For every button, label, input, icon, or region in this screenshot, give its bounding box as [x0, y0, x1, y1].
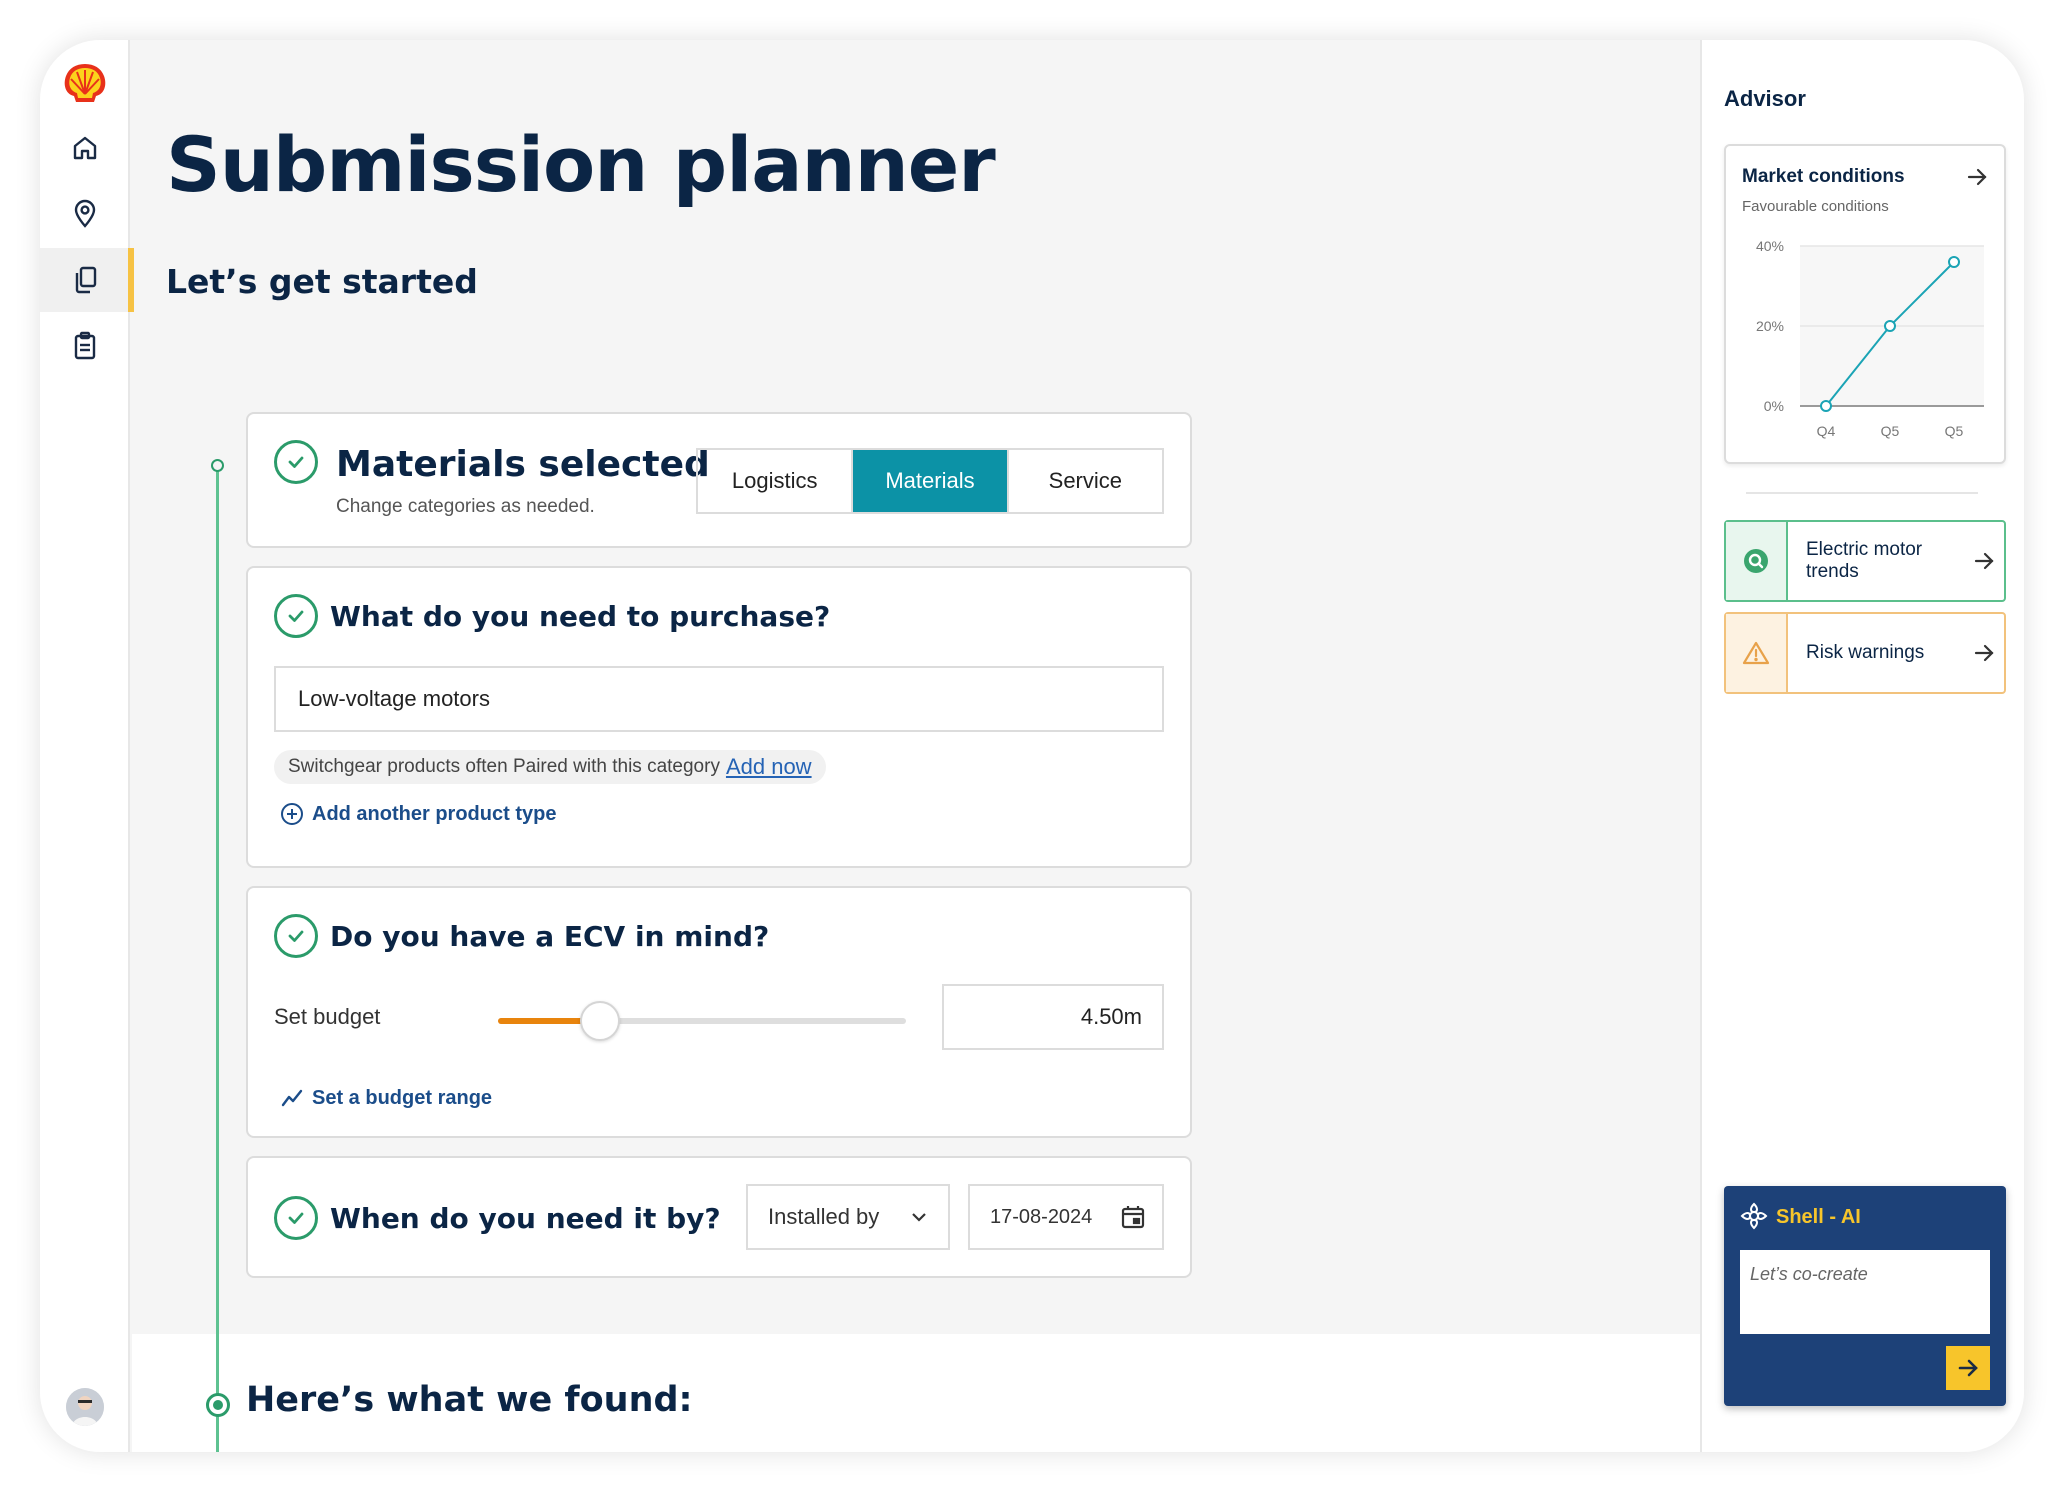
arrow-right-icon [1974, 644, 1994, 662]
advice-icon-box [1726, 522, 1788, 600]
risk-warnings-label: Risk warnings [1806, 642, 1925, 663]
left-navigation [40, 40, 134, 1452]
chevron-down-icon [912, 1213, 926, 1222]
arrow-right-icon [1974, 552, 1994, 570]
add-product-type-label: Add another product type [312, 802, 557, 825]
category-option-materials[interactable]: Materials [853, 450, 1009, 512]
shell-ai-title: Shell - AI [1776, 1206, 1861, 1228]
timeline-line [216, 468, 219, 1452]
check-icon [274, 440, 318, 484]
date-input[interactable]: 17-08-2024 [968, 1184, 1164, 1250]
purchase-title: What do you need to purchase? [330, 600, 831, 633]
budget-range-link[interactable]: Set a budget range [280, 1086, 492, 1110]
budget-slider[interactable] [498, 1001, 906, 1041]
advisor-title: Advisor [1724, 86, 1806, 111]
budget-title: Do you have a ECV in mind? [330, 920, 770, 953]
budget-range-label: Set a budget range [312, 1086, 493, 1109]
budget-card: Do you have a ECV in mind? Set budget 4.… [246, 886, 1192, 1138]
calendar-icon[interactable] [1120, 1204, 1146, 1230]
location-pin-icon [74, 199, 96, 228]
chart-data-point [1948, 256, 1960, 268]
budget-label: Set budget [274, 1004, 381, 1029]
purchase-card: What do you need to purchase? Low-voltag… [246, 566, 1192, 868]
arrow-right-icon[interactable] [1966, 166, 1988, 188]
warning-icon [1742, 641, 1770, 665]
add-now-link[interactable]: Add now [726, 754, 812, 780]
installed-by-select[interactable]: Installed by [746, 1184, 950, 1250]
market-conditions-subtitle: Favourable conditions [1742, 198, 1889, 215]
materials-card: Materials selected Change categories as … [246, 412, 1192, 548]
chart-x-tick-label: Q5 [1881, 423, 1900, 439]
check-icon [274, 1196, 318, 1240]
results-heading: Here’s what we found: [246, 1380, 693, 1420]
ai-spark-icon [1740, 1202, 1768, 1230]
electric-motor-trends-card[interactable]: Electric motor trends [1724, 520, 2006, 602]
timing-card: When do you need it by? Installed by 17-… [246, 1156, 1192, 1278]
nav-home[interactable] [40, 116, 130, 180]
advisor-divider [1746, 492, 1978, 494]
nav-clipboard[interactable] [40, 314, 130, 378]
nav-locations[interactable] [40, 182, 130, 246]
timing-title: When do you need it by? [330, 1202, 721, 1235]
search-icon [1744, 549, 1768, 573]
trend-line-icon [281, 1089, 303, 1107]
chart-x-tick-label: Q5 [1945, 423, 1964, 439]
add-product-type-link[interactable]: Add another product type [280, 802, 556, 826]
advice-icon-box [1726, 614, 1788, 692]
main-content: Submission planner Let’s get started Her… [132, 40, 1700, 1452]
risk-warnings-card[interactable]: Risk warnings [1724, 612, 2006, 694]
budget-value-input[interactable]: 4.50m [942, 984, 1164, 1050]
arrow-right-icon [1958, 1359, 1978, 1377]
market-conditions-card[interactable]: Market conditions Favourable conditions … [1724, 144, 2006, 464]
shell-logo[interactable] [62, 62, 108, 104]
timeline-results-dot [206, 1393, 230, 1417]
check-icon [274, 914, 318, 958]
plus-circle-icon [281, 803, 303, 825]
materials-title: Materials selected [336, 444, 710, 485]
clipboard-icon [74, 331, 96, 360]
suggestion-chip: Switchgear products often Paired with th… [274, 750, 826, 784]
installed-by-value: Installed by [768, 1204, 880, 1229]
product-type-input[interactable]: Low-voltage motors [274, 666, 1164, 732]
documents-icon [75, 266, 97, 294]
check-icon [274, 594, 318, 638]
market-conditions-title: Market conditions [1742, 166, 1905, 187]
budget-slider-thumb[interactable] [580, 1001, 620, 1041]
ai-prompt-input[interactable]: Let’s co-create [1740, 1250, 1990, 1334]
suggestion-text: Switchgear products often Paired with th… [288, 756, 720, 777]
nav-documents[interactable] [40, 248, 134, 312]
market-line-chart: 0% 20% 40% Q4 Q5 Q5 [1756, 238, 1984, 439]
chart-y-tick-label: 0% [1764, 398, 1784, 414]
chart-data-point [1820, 400, 1832, 412]
chart-x-tick-label: Q4 [1817, 423, 1836, 439]
page-title: Submission planner [166, 120, 996, 209]
timeline-start-dot [211, 459, 224, 472]
category-option-logistics[interactable]: Logistics [698, 450, 854, 512]
materials-subtitle: Change categories as needed. [336, 496, 595, 517]
page-subtitle: Let’s get started [166, 262, 478, 301]
shell-ai-chat-box: Shell - AI Let’s co-create [1724, 1186, 2006, 1406]
app-window: Submission planner Let’s get started Her… [40, 40, 2024, 1452]
electric-motor-trends-label: Electric motor trends [1806, 539, 1923, 582]
chart-y-tick-label: 40% [1756, 238, 1784, 254]
user-avatar[interactable] [66, 1388, 104, 1426]
home-icon [73, 136, 97, 160]
advisor-panel: Advisor Market conditions Favourable con… [1700, 40, 2024, 1452]
category-segmented-control: Logistics Materials Service [696, 448, 1164, 514]
chart-data-point [1884, 320, 1896, 332]
ai-send-button[interactable] [1946, 1346, 1990, 1390]
date-value: 17-08-2024 [990, 1205, 1093, 1228]
chart-y-tick-label: 20% [1756, 318, 1784, 334]
category-option-service[interactable]: Service [1009, 450, 1162, 512]
